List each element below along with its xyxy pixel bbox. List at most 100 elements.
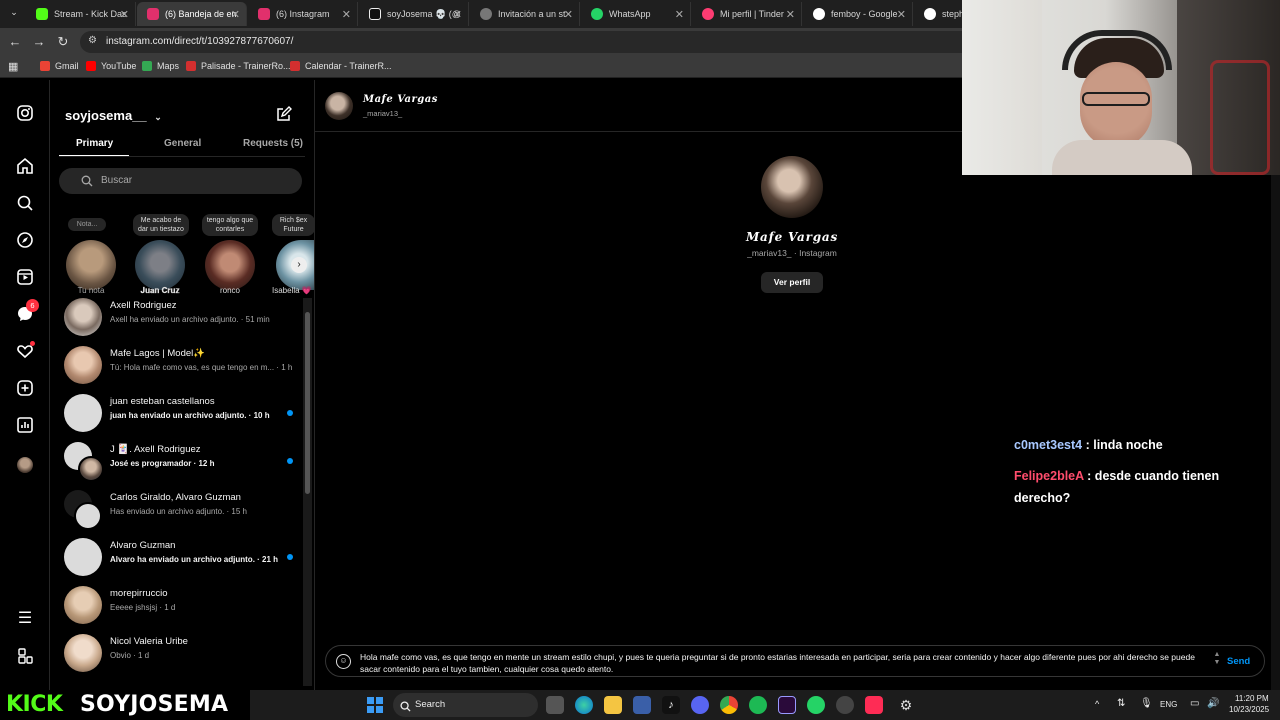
close-icon[interactable]: ✕	[120, 8, 129, 21]
browser-tab-kick[interactable]: Stream - Kick Das ✕	[26, 2, 136, 26]
close-icon[interactable]: ✕	[564, 8, 573, 21]
start-icon[interactable]	[367, 697, 383, 713]
reload-icon[interactable]: ↻	[55, 34, 71, 50]
close-icon[interactable]: ✕	[453, 8, 462, 21]
new-message-icon[interactable]	[276, 106, 292, 127]
forward-icon[interactable]: →	[31, 34, 47, 50]
bookmark-palisade[interactable]: Palisade - TrainerRo...	[186, 61, 291, 71]
discord-icon[interactable]	[691, 696, 709, 714]
meta-apps-icon[interactable]	[16, 647, 34, 665]
site-settings-icon[interactable]: ⚙	[88, 35, 97, 46]
profile-avatar[interactable]	[16, 456, 34, 474]
chrome-icon[interactable]	[720, 696, 738, 714]
tray-chevron-icon[interactable]: ^	[1095, 699, 1099, 709]
mic-icon[interactable]: 🎙	[1140, 698, 1153, 709]
bookmark-label: Calendar - TrainerR...	[305, 61, 392, 71]
clock-time[interactable]: 11:20 PM	[1235, 694, 1269, 703]
view-profile-button[interactable]: Ver perfil	[761, 272, 823, 293]
avatar[interactable]	[325, 92, 353, 120]
page-scrollbar[interactable]	[1271, 175, 1280, 690]
browser-tab-instagram[interactable]: (6) Instagram ✕	[248, 2, 358, 26]
bookmark-gmail[interactable]: Gmail	[40, 61, 79, 71]
list-item[interactable]: juan esteban castellanos juan ha enviado…	[50, 390, 305, 438]
store-icon[interactable]	[633, 696, 651, 714]
heart-icon[interactable]	[16, 341, 35, 360]
tiktok-live-icon[interactable]	[865, 696, 883, 714]
list-item[interactable]: J 🃏. Axell Rodriguez José es programador…	[50, 438, 305, 486]
instagram-logo-icon[interactable]	[16, 104, 34, 122]
inbox-scrollbar-thumb[interactable]	[305, 312, 310, 494]
note-bubble[interactable]: Rich $ex Future	[272, 214, 315, 236]
edge-icon[interactable]	[575, 696, 593, 714]
thread-name: juan esteban castellanos	[110, 396, 215, 407]
note-avatar[interactable]	[66, 240, 116, 290]
close-icon[interactable]: ✕	[786, 8, 795, 21]
chat-username: c0met3est4	[1014, 438, 1083, 452]
list-item[interactable]: Carlos Giraldo, Alvaro Guzman Has enviad…	[50, 486, 305, 534]
browser-tab-invitation[interactable]: Invitación a un st ✕	[470, 2, 580, 26]
bookmark-calendar[interactable]: Calendar - TrainerR...	[290, 61, 392, 71]
display-icon[interactable]: ▭	[1190, 698, 1199, 709]
note-bubble[interactable]: Nota...	[68, 218, 106, 231]
emoji-icon[interactable]: ☺	[336, 654, 351, 669]
close-icon[interactable]: ✕	[897, 8, 906, 21]
volume-icon[interactable]: 🔊	[1207, 698, 1219, 709]
list-item[interactable]: morepirruccio Eeeee jshsjsj · 1 d	[50, 582, 305, 630]
list-item[interactable]: Mafe Lagos | Model✨ Tú: Hola mafe como v…	[50, 342, 305, 390]
browser-tab-google[interactable]: femboy - Google ✕	[803, 2, 913, 26]
list-item[interactable]: Nicol Valeria Uribe Obvio · 1 d	[50, 630, 305, 678]
tab-primary[interactable]: Primary	[76, 138, 113, 149]
send-button[interactable]: Send	[1227, 656, 1250, 667]
tiktok-icon[interactable]: ♪	[662, 696, 680, 714]
back-icon[interactable]: ←	[7, 34, 23, 50]
search-input[interactable]: Buscar	[59, 168, 302, 194]
note-bubble[interactable]: Me acabo de dar un tiestazo	[133, 214, 189, 236]
task-view-icon[interactable]	[546, 696, 564, 714]
home-icon[interactable]	[16, 157, 34, 175]
premiere-icon[interactable]	[778, 696, 796, 714]
list-item[interactable]: Axell Rodriguez Axell ha enviado un arch…	[50, 294, 305, 342]
dashboard-icon[interactable]	[16, 416, 34, 434]
obs-icon[interactable]	[836, 696, 854, 714]
browser-tab-tiktok[interactable]: soyJosema 💀 (@ ✕	[359, 2, 469, 26]
tab-title: stephen	[942, 9, 963, 19]
browser-tab-stephen[interactable]: stephen	[914, 2, 964, 26]
chevron-right-icon[interactable]: ›	[291, 257, 307, 273]
close-icon[interactable]: ✕	[231, 8, 240, 21]
bookmark-maps[interactable]: Maps	[142, 61, 179, 71]
profile-avatar[interactable]	[761, 156, 823, 218]
note-bubble[interactable]: tengo algo que contarles	[202, 214, 258, 236]
bookmark-youtube[interactable]: YouTube	[86, 61, 136, 71]
tab-general[interactable]: General	[164, 138, 201, 149]
whatsapp-icon[interactable]	[807, 696, 825, 714]
messages-icon[interactable]: 6	[16, 299, 39, 323]
explore-icon[interactable]	[16, 231, 34, 249]
composer-scrollbar[interactable]: ▲ ▼	[1213, 651, 1221, 673]
close-icon[interactable]: ✕	[342, 8, 351, 21]
browser-tab-instagram-inbox[interactable]: (6) Bandeja de en ✕	[137, 2, 247, 26]
spotify-icon[interactable]	[749, 696, 767, 714]
close-icon[interactable]: ✕	[675, 8, 684, 21]
search-icon[interactable]	[16, 194, 34, 212]
menu-icon[interactable]: ☰	[16, 610, 34, 628]
taskbar-search[interactable]: Search	[393, 693, 538, 717]
browser-tab-tinder[interactable]: Mi perfil | Tinder ✕	[692, 2, 802, 26]
file-explorer-icon[interactable]	[604, 696, 622, 714]
conversation-name[interactable]: Mafe Vargas	[363, 94, 438, 105]
language-indicator[interactable]: ENG	[1160, 700, 1177, 709]
account-switcher[interactable]: soyjosema__ ⌄	[65, 108, 162, 123]
list-item[interactable]: Alvaro Guzman Alvaro ha enviado un archi…	[50, 534, 305, 582]
maps-icon	[142, 61, 152, 71]
network-icon[interactable]: ⇅	[1117, 698, 1125, 709]
browser-tab-whatsapp[interactable]: WhatsApp ✕	[581, 2, 691, 26]
tab-requests[interactable]: Requests (5)	[243, 138, 303, 149]
apps-icon[interactable]: ▦	[8, 60, 18, 73]
tab-search-icon[interactable]: ⌄	[6, 4, 22, 20]
create-icon[interactable]	[16, 379, 34, 397]
reels-icon[interactable]	[16, 268, 34, 286]
note-avatar[interactable]	[135, 240, 185, 290]
note-avatar[interactable]	[205, 240, 255, 290]
clock-date[interactable]: 10/23/2025	[1229, 705, 1269, 714]
settings-icon[interactable]: ⚙	[897, 696, 915, 714]
message-input[interactable]: ☺ Hola mafe como vas, es que tengo en me…	[325, 645, 1265, 677]
